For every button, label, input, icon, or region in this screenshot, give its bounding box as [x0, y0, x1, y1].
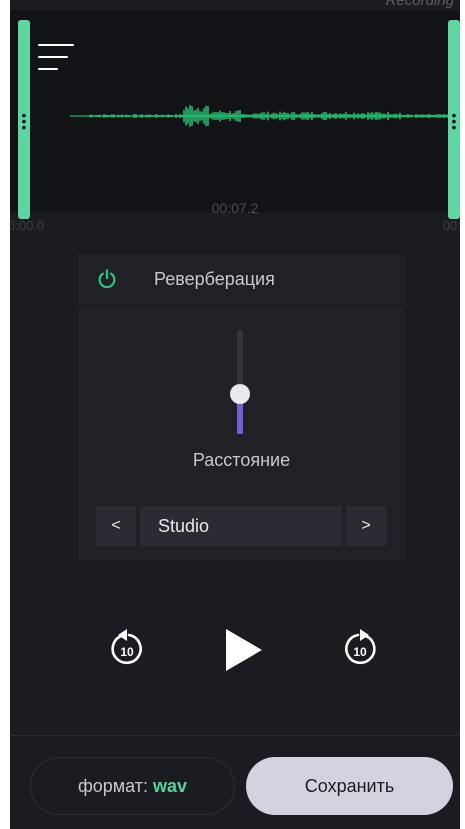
slider-label: Расстояние — [192, 450, 291, 470]
reverb-editor-screen: Recording ••• ••• 00:07.2 0:00.0 00:0 Ре… — [10, 0, 460, 829]
play-icon[interactable] — [220, 626, 268, 674]
preset-prev-button[interactable]: < — [96, 506, 136, 546]
waveform — [70, 105, 450, 127]
format-value: wav — [153, 776, 188, 796]
slider-thumb[interactable] — [230, 384, 250, 404]
reverb-effect-card: Реверберация Расстояние < Studio > — [78, 254, 405, 560]
save-button[interactable]: Сохранить — [246, 757, 453, 815]
recording-label: Recording — [385, 0, 454, 9]
trim-handle-start[interactable]: • • • — [18, 20, 30, 219]
preset-value: Studio — [140, 506, 342, 546]
playhead-time: 00:07.2 — [211, 200, 259, 216]
menu-icon[interactable] — [38, 44, 74, 78]
end-timestamp: 00:0 — [442, 218, 460, 233]
power-icon[interactable] — [96, 268, 118, 290]
format-button[interactable]: формат: wav — [30, 757, 235, 815]
forward-10-icon[interactable]: 10 — [340, 627, 380, 669]
forward-seconds: 10 — [353, 645, 367, 659]
format-label: формат: — [77, 776, 149, 796]
rewind-seconds: 10 — [120, 645, 134, 659]
start-timestamp: 0:00.0 — [10, 218, 45, 233]
waveform-panel[interactable]: • • • • • • 00:07.2 — [10, 10, 460, 219]
trim-handle-end[interactable]: • • • — [448, 20, 460, 219]
rewind-10-icon[interactable]: 10 — [107, 627, 147, 669]
footer-divider — [10, 735, 460, 736]
preset-selector: < Studio > — [96, 506, 386, 546]
preset-next-button[interactable]: > — [346, 506, 386, 546]
effect-header: Реверберация — [78, 254, 405, 305]
effect-title: Реверберация — [154, 269, 275, 289]
distance-slider[interactable] — [230, 330, 250, 438]
